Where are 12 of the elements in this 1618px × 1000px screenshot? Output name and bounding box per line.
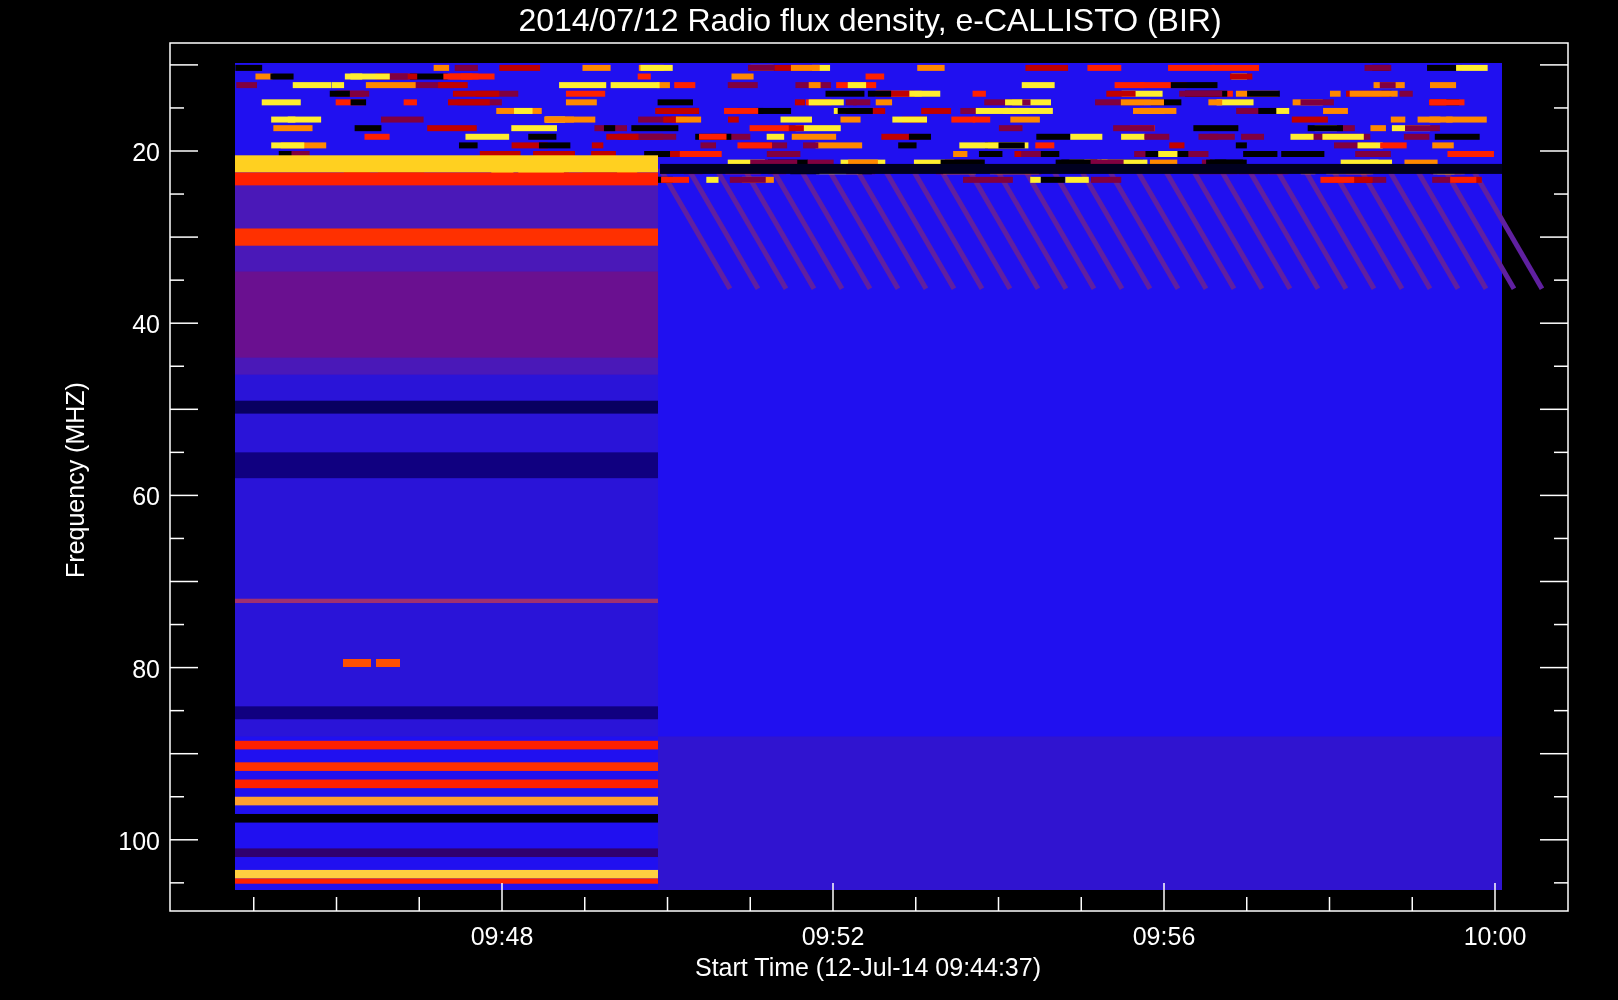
x-tick-label: 09:48 (470, 922, 534, 950)
x-axis-label: Start Time (12-Jul-14 09:44:37) (695, 953, 1041, 981)
y-tick-label: 80 (132, 654, 160, 683)
plot-title: 2014/07/12 Radio flux density, e-CALLISTO (BIR) (518, 2, 1222, 38)
x-tick-label: 09:52 (801, 922, 865, 950)
x-tick-label: 09:56 (1132, 922, 1196, 950)
y-tick-label: 20 (132, 138, 160, 166)
x-tick-label: 10:00 (1463, 922, 1527, 950)
y-tick-label: 40 (132, 310, 160, 339)
y-tick-label: 60 (132, 482, 160, 511)
y-tick-label: 100 (118, 826, 160, 855)
y-axis-label: Frequency (MHZ) (61, 382, 89, 578)
